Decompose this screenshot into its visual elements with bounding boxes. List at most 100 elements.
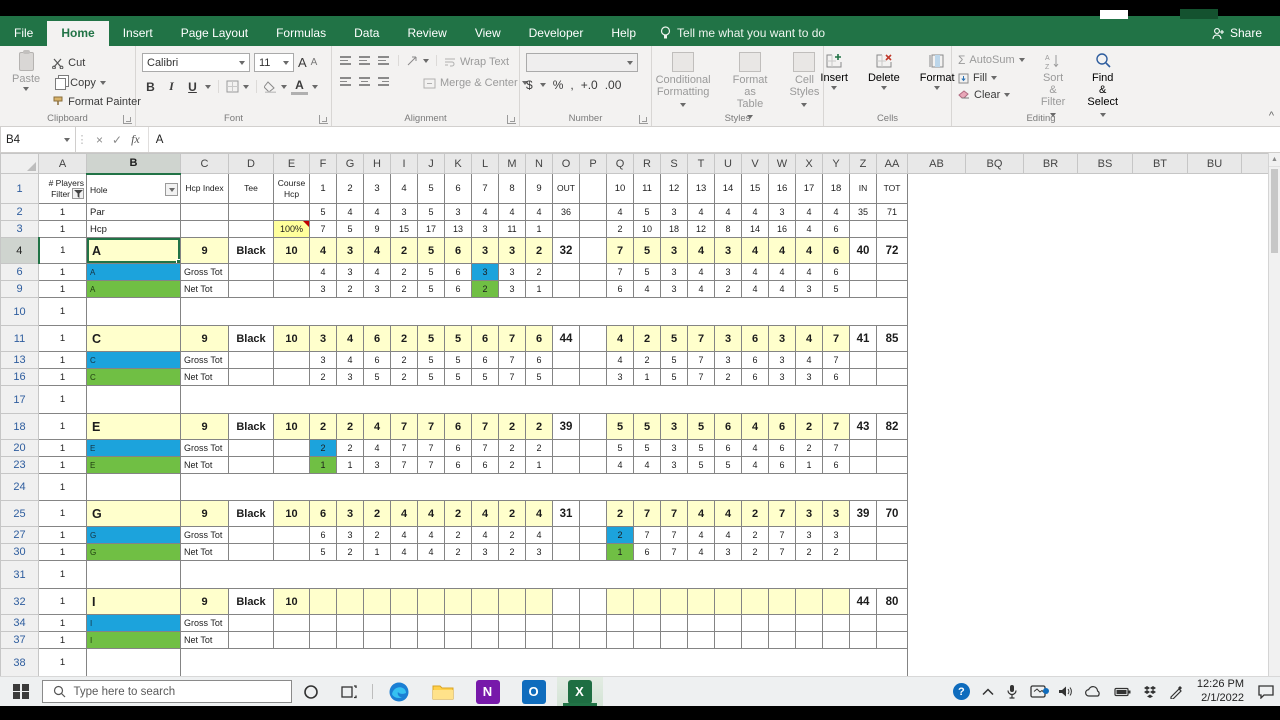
cell-Z13[interactable]	[850, 352, 877, 369]
fill-button[interactable]: Fill	[958, 72, 1025, 84]
cell-F18[interactable]: 2	[310, 414, 337, 440]
cell-BT23[interactable]	[1133, 457, 1188, 474]
cell-V1[interactable]: 15	[742, 174, 769, 204]
cell-W30[interactable]: 7	[769, 544, 796, 561]
cell-B27[interactable]: G	[87, 527, 181, 544]
cell-Q18[interactable]: 5	[607, 414, 634, 440]
cell-BT11[interactable]	[1133, 326, 1188, 352]
cell-T20[interactable]: 5	[688, 440, 715, 457]
cell-W4[interactable]: 4	[769, 238, 796, 264]
cell-BT27[interactable]	[1133, 527, 1188, 544]
cell-L10[interactable]	[472, 298, 499, 326]
cell-U20[interactable]: 6	[715, 440, 742, 457]
cell-N20[interactable]: 2	[526, 440, 553, 457]
cell-J6[interactable]: 5	[418, 264, 445, 281]
sort-filter-button[interactable]: AZ Sort &Filter	[1035, 50, 1072, 122]
cell-R17[interactable]	[634, 386, 661, 414]
collapse-ribbon-icon[interactable]: ^	[1269, 110, 1274, 122]
col-header-B[interactable]: B	[87, 154, 181, 174]
cell-BT10[interactable]	[1133, 298, 1188, 326]
cell-R31[interactable]	[634, 561, 661, 589]
cell-D2[interactable]	[229, 204, 274, 221]
cell-E25[interactable]: 10	[274, 501, 310, 527]
cell-I37[interactable]	[391, 632, 418, 649]
cell-J37[interactable]	[418, 632, 445, 649]
cell-BS37[interactable]	[1078, 632, 1133, 649]
merge-center-button[interactable]: Merge & Center	[423, 77, 528, 89]
cell-C16[interactable]: Net Tot	[181, 369, 229, 386]
wrap-text-button[interactable]: Wrap Text	[444, 56, 509, 68]
cell-BS18[interactable]	[1078, 414, 1133, 440]
cell-BT25[interactable]	[1133, 501, 1188, 527]
cell-R11[interactable]: 2	[634, 326, 661, 352]
cell-Q23[interactable]: 4	[607, 457, 634, 474]
fill-color-icon[interactable]	[264, 81, 277, 93]
cell-L2[interactable]: 4	[472, 204, 499, 221]
cell-W16[interactable]: 3	[769, 369, 796, 386]
cell-BR32[interactable]	[1024, 589, 1078, 615]
cell-E32[interactable]: 10	[274, 589, 310, 615]
cell-L24[interactable]	[472, 474, 499, 501]
cell-M20[interactable]: 2	[499, 440, 526, 457]
cell-G17[interactable]	[337, 386, 364, 414]
cell-S30[interactable]: 7	[661, 544, 688, 561]
cell-Y6[interactable]: 6	[823, 264, 850, 281]
cell-x1[interactable]	[1242, 174, 1269, 204]
cell-A38[interactable]: 1	[39, 649, 87, 677]
cell-O24[interactable]	[553, 474, 580, 501]
align-right-icon[interactable]	[376, 75, 391, 88]
cell-O6[interactable]	[553, 264, 580, 281]
cell-BS38[interactable]	[1078, 649, 1133, 677]
cell-C23[interactable]: Net Tot	[181, 457, 229, 474]
cell-G4[interactable]: 3	[337, 238, 364, 264]
cell-M11[interactable]: 7	[499, 326, 526, 352]
cell-U17[interactable]	[715, 386, 742, 414]
cell-BQ13[interactable]	[966, 352, 1024, 369]
cell-K10[interactable]	[445, 298, 472, 326]
cell-I32[interactable]	[391, 589, 418, 615]
align-left-icon[interactable]	[338, 75, 353, 88]
cell-O18[interactable]: 39	[553, 414, 580, 440]
orientation-icon[interactable]	[406, 55, 419, 67]
cell-W1[interactable]: 16	[769, 174, 796, 204]
cell-O17[interactable]	[553, 386, 580, 414]
grow-font-icon[interactable]: A	[298, 55, 307, 70]
cell-A25[interactable]: 1	[39, 501, 87, 527]
cell-Z11[interactable]: 41	[850, 326, 877, 352]
cell-T23[interactable]: 5	[688, 457, 715, 474]
cell-G25[interactable]: 3	[337, 501, 364, 527]
cell-W17[interactable]	[769, 386, 796, 414]
autosum-button[interactable]: Σ AutoSum	[958, 53, 1025, 67]
cell-S17[interactable]	[661, 386, 688, 414]
cell-A23[interactable]: 1	[39, 457, 87, 474]
cell-U11[interactable]: 3	[715, 326, 742, 352]
cell-L30[interactable]: 3	[472, 544, 499, 561]
cell-BR13[interactable]	[1024, 352, 1078, 369]
cell-Y13[interactable]: 7	[823, 352, 850, 369]
cell-x16[interactable]	[1242, 369, 1269, 386]
cell-Q11[interactable]: 4	[607, 326, 634, 352]
cancel-icon[interactable]: ×	[96, 133, 103, 147]
cell-I25[interactable]: 4	[391, 501, 418, 527]
cell-Z17[interactable]	[850, 386, 877, 414]
cell-BQ38[interactable]	[966, 649, 1024, 677]
cell-BQ11[interactable]	[966, 326, 1024, 352]
cell-BR23[interactable]	[1024, 457, 1078, 474]
cell-Y18[interactable]: 7	[823, 414, 850, 440]
vertical-scrollbar[interactable]: ▲	[1268, 153, 1280, 676]
cell-O30[interactable]	[553, 544, 580, 561]
bold-button[interactable]: B	[142, 80, 159, 94]
cell-AA27[interactable]	[877, 527, 908, 544]
cell-BU18[interactable]	[1188, 414, 1242, 440]
cell-D16[interactable]	[229, 369, 274, 386]
taskbar-search-input[interactable]: Type here to search	[42, 680, 292, 703]
excel-button[interactable]: X	[557, 677, 603, 706]
cell-T27[interactable]: 4	[688, 527, 715, 544]
cell-E38[interactable]	[274, 649, 310, 677]
cell-G9[interactable]: 2	[337, 281, 364, 298]
cell-X10[interactable]	[796, 298, 823, 326]
cell-S1[interactable]: 12	[661, 174, 688, 204]
cell-K16[interactable]: 5	[445, 369, 472, 386]
cell-BS16[interactable]	[1078, 369, 1133, 386]
cell-S2[interactable]: 3	[661, 204, 688, 221]
